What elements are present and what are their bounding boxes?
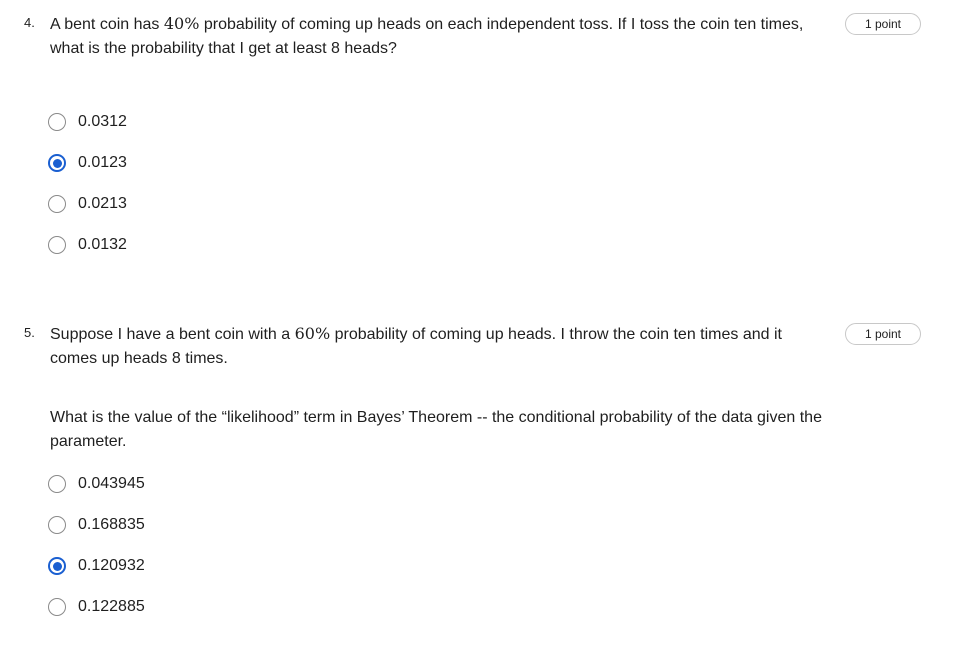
option-label: 0.0312 [78, 113, 127, 130]
radio-button-selected[interactable] [48, 557, 66, 575]
question-subtext: What is the value of the “likelihood” te… [50, 409, 822, 450]
option-label: 0.0123 [78, 154, 127, 171]
option-label: 0.043945 [78, 475, 145, 492]
option-label: 0.168835 [78, 516, 145, 533]
radio-button[interactable] [48, 113, 66, 131]
points-badge: 1 point [845, 13, 921, 35]
option-label: 0.0213 [78, 195, 127, 212]
answer-option[interactable]: 0.0213 [48, 192, 127, 216]
math-value: 60% [294, 324, 331, 343]
question-text-part: Suppose I have a bent coin with a [50, 326, 295, 343]
radio-button[interactable] [48, 475, 66, 493]
answer-option[interactable]: 0.0123 [48, 151, 127, 175]
radio-button-selected[interactable] [48, 154, 66, 172]
question-number: 4. [24, 15, 35, 30]
radio-button[interactable] [48, 236, 66, 254]
answer-option[interactable]: 0.168835 [48, 513, 145, 537]
answer-option[interactable]: 0.0312 [48, 110, 127, 134]
radio-button[interactable] [48, 598, 66, 616]
answer-option[interactable]: 0.0132 [48, 233, 127, 257]
points-badge: 1 point [845, 323, 921, 345]
option-label: 0.120932 [78, 557, 145, 574]
radio-button[interactable] [48, 195, 66, 213]
question-number: 5. [24, 325, 35, 340]
answer-option[interactable]: 0.043945 [48, 472, 145, 496]
radio-button[interactable] [48, 516, 66, 534]
option-label: 0.122885 [78, 598, 145, 615]
option-label: 0.0132 [78, 236, 127, 253]
question-text: A bent coin has 40% probability of comin… [50, 12, 840, 61]
answer-option[interactable]: 0.120932 [48, 554, 145, 578]
question-text: Suppose I have a bent coin with a 60% pr… [50, 322, 830, 371]
answer-option[interactable]: 0.122885 [48, 595, 145, 619]
math-value: 40% [163, 14, 200, 33]
question-text-part: A bent coin has [50, 16, 164, 33]
